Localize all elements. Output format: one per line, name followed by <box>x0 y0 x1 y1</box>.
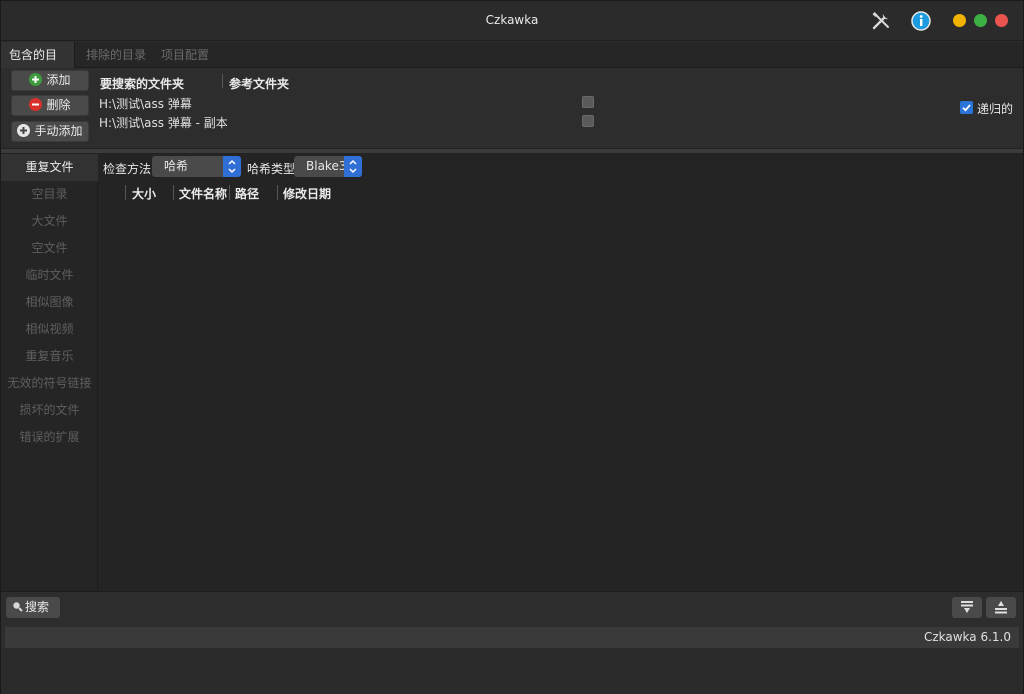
version-label: Czkawka 6.1.0 <box>923 630 1011 644</box>
chevron-updown-icon <box>344 156 362 177</box>
hash-type-select[interactable]: Blake3 <box>294 156 362 177</box>
add-directory-button[interactable]: 添加 <box>11 70 89 91</box>
sidebar-item-broken-files[interactable]: 损坏的文件 <box>1 397 98 424</box>
column-file-name[interactable]: 文件名称 <box>179 185 227 202</box>
check-method-select[interactable]: 哈希 <box>152 156 241 177</box>
tab-excluded-directories[interactable]: 排除的目录 <box>78 42 154 68</box>
column-modified-date[interactable]: 修改日期 <box>283 185 331 202</box>
tool-sidebar: 重复文件 空目录 大文件 空文件 临时文件 相似图像 相似视频 重复音乐 无效的… <box>1 154 98 591</box>
add-button-label: 添加 <box>46 73 71 87</box>
magnifier-icon <box>12 598 23 619</box>
recursive-label: 递归的 <box>977 102 1014 116</box>
move-button[interactable] <box>986 597 1016 618</box>
plus-icon <box>29 73 43 86</box>
search-button[interactable]: 搜索 <box>6 597 60 618</box>
select-icon <box>952 601 982 621</box>
tab-included-directories[interactable]: 包含的目录 <box>1 42 75 88</box>
reference-checkbox[interactable] <box>582 96 594 108</box>
column-separator <box>222 74 223 88</box>
maximize-button[interactable] <box>974 14 987 27</box>
tab-bar: 包含的目录 排除的目录 项目配置 <box>1 42 1023 88</box>
sidebar-item-empty-files[interactable]: 空文件 <box>1 235 98 262</box>
hash-type-label: 哈希类型 <box>247 162 296 176</box>
column-separator <box>277 185 278 200</box>
directory-row-path[interactable]: H:\测试\ass 弹幕 - 副本 <box>99 114 228 131</box>
recursive-checkbox[interactable] <box>960 101 973 114</box>
manual-add-button-label: 手动添加 <box>34 124 83 138</box>
check-method-label: 检查方法 <box>103 162 152 176</box>
remove-button-label: 删除 <box>46 98 71 112</box>
select-button[interactable] <box>952 597 982 618</box>
hash-type-value: Blake3 <box>306 159 347 173</box>
sidebar-item-empty-directories[interactable]: 空目录 <box>1 181 98 208</box>
move-icon <box>986 601 1016 621</box>
tab-project-settings[interactable]: 项目配置 <box>153 42 217 68</box>
column-separator <box>173 185 174 200</box>
column-separator <box>229 185 230 200</box>
sidebar-item-invalid-symlinks[interactable]: 无效的符号链接 <box>1 370 98 397</box>
manual-add-button[interactable]: 手动添加 <box>11 121 89 142</box>
column-path[interactable]: 路径 <box>235 185 259 202</box>
minimize-button[interactable] <box>953 14 966 27</box>
bottom-action-bar: 搜索 <box>1 591 1023 627</box>
about-info-icon[interactable] <box>910 10 932 32</box>
results-area: 检查方法 哈希 哈希类型 Blake3 大小 文件名称 路径 修改日期 <box>98 154 1023 591</box>
sidebar-item-big-files[interactable]: 大文件 <box>1 208 98 235</box>
column-reference-folder[interactable]: 参考文件夹 <box>229 75 289 92</box>
text-output-area <box>1 648 1023 694</box>
remove-directory-button[interactable]: 删除 <box>11 95 89 116</box>
reference-checkbox[interactable] <box>582 115 594 127</box>
chevron-updown-icon <box>223 156 241 177</box>
check-method-value: 哈希 <box>164 159 189 173</box>
plus-circle-icon <box>17 124 31 137</box>
title-bar: Czkawka <box>1 1 1023 41</box>
close-button[interactable] <box>995 14 1008 27</box>
column-search-folder[interactable]: 要搜索的文件夹 <box>100 75 184 92</box>
app-window: Czkawka 包含的目录 排除的目录 项目配置 <box>0 0 1024 694</box>
sidebar-item-bad-extensions[interactable]: 错误的扩展 <box>1 424 98 451</box>
status-bar: Czkawka 6.1.0 <box>5 627 1019 648</box>
column-separator <box>125 185 126 200</box>
directory-row-path[interactable]: H:\测试\ass 弹幕 <box>99 95 192 112</box>
sidebar-item-temporary-files[interactable]: 临时文件 <box>1 262 98 289</box>
minus-icon <box>29 98 43 111</box>
sidebar-item-similar-videos[interactable]: 相似视频 <box>1 316 98 343</box>
directory-panel: 添加 删除 手动添加 要搜索的文件夹 参考文件夹 H:\测试\ass 弹幕 H:… <box>1 68 1023 148</box>
sidebar-item-duplicate-files[interactable]: 重复文件 <box>1 154 98 181</box>
sidebar-item-duplicate-music[interactable]: 重复音乐 <box>1 343 98 370</box>
search-button-label: 搜索 <box>25 600 50 614</box>
sidebar-item-similar-images[interactable]: 相似图像 <box>1 289 98 316</box>
tools-icon[interactable] <box>870 10 892 32</box>
column-size[interactable]: 大小 <box>132 185 156 202</box>
